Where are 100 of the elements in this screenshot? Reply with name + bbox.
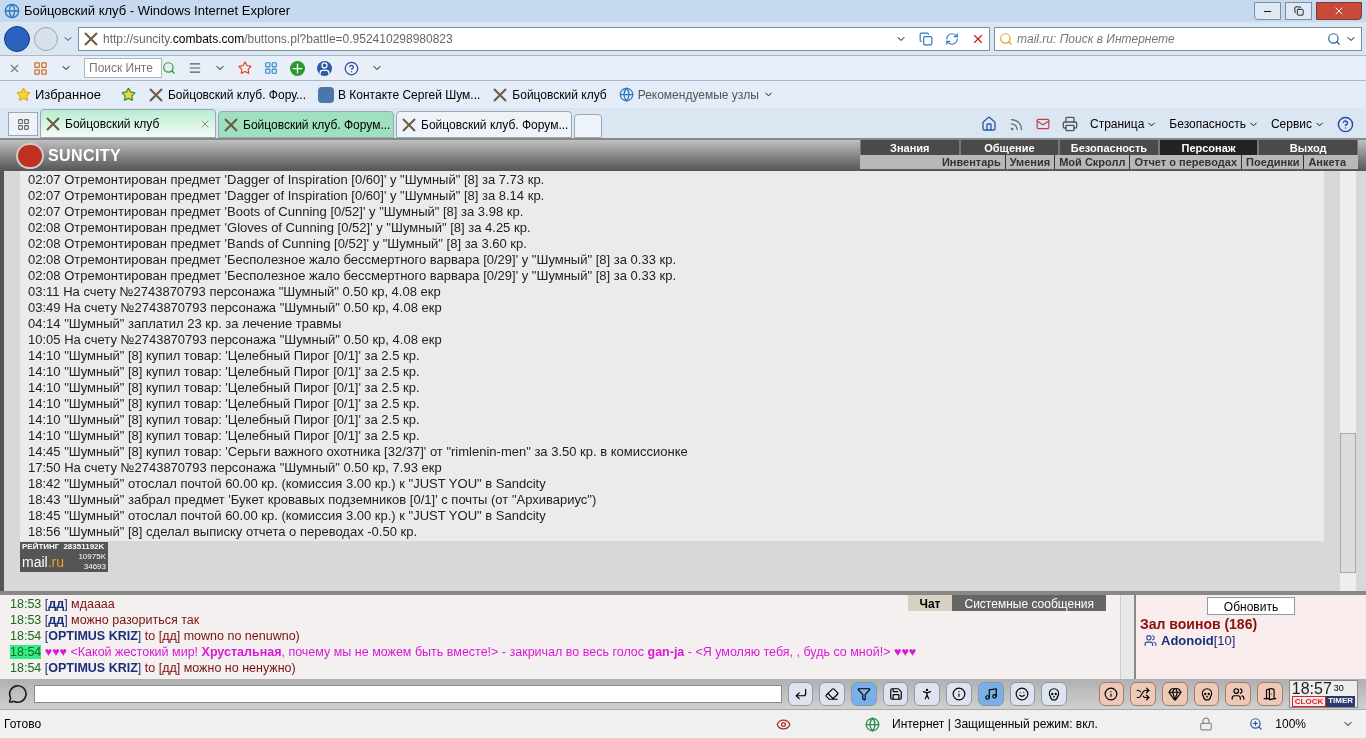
log-entry: 02:08 Отремонтирован предмет 'Бесполезное жало бессмертного варвара [0/29]' у "Шумный" [8] за 0.33 кр. <box>28 268 677 284</box>
home-icon[interactable] <box>980 116 997 132</box>
speaker-icon[interactable] <box>8 684 28 704</box>
chat-scrollbar[interactable] <box>1120 595 1134 679</box>
game-submenu-link[interactable]: Инвентарь <box>937 155 1005 169</box>
crossed-swords-icon <box>83 30 99 47</box>
privacy-icon[interactable] <box>776 716 791 732</box>
close-icon <box>1333 5 1345 17</box>
save-button[interactable] <box>882 682 909 706</box>
add-icon[interactable] <box>290 60 305 76</box>
chat-tab[interactable]: Чат <box>907 595 953 611</box>
crossed-swords-icon <box>45 115 61 132</box>
transfer-button[interactable] <box>1130 682 1156 706</box>
command-menu[interactable]: Безопасность <box>1169 115 1259 133</box>
favorite-link[interactable]: В Контакте Сергей Шум... <box>338 85 481 104</box>
game-menu-item[interactable]: Персонаж <box>1158 140 1259 155</box>
crossed-swords-icon <box>492 86 509 103</box>
people-button[interactable] <box>1225 682 1252 706</box>
exit-icon <box>1262 687 1277 701</box>
command-menu[interactable]: Страница <box>1089 115 1158 133</box>
game-logo: SUNCITY <box>48 145 122 166</box>
zone-text: Интернет | Защищенный режим: вкл. <box>892 716 1098 733</box>
mail-icon[interactable] <box>1035 117 1050 131</box>
music-icon <box>983 687 998 701</box>
log-entry: 03:49 На счету №2743870793 персонажа "Шумный" 0.50 кр, 4.08 екр <box>28 300 443 316</box>
exit-button[interactable] <box>1257 682 1283 706</box>
compatibility-icon[interactable] <box>919 31 933 46</box>
print-icon[interactable] <box>1061 116 1078 132</box>
game-menu-item[interactable]: Знания <box>860 140 960 155</box>
music-button[interactable] <box>977 682 1004 706</box>
lock-icon[interactable] <box>1199 717 1214 731</box>
zoom-level[interactable]: 100% <box>1275 715 1306 733</box>
help-icon[interactable] <box>1337 115 1354 133</box>
quick-tabs-button[interactable] <box>8 112 38 136</box>
search-field[interactable]: mail.ru: Поиск в Интернете <box>994 26 1362 51</box>
browser-tab[interactable]: Бойцовский клуб. Форум... <box>218 111 394 138</box>
search-icon[interactable] <box>162 61 176 75</box>
add-favorite-icon[interactable] <box>120 87 136 102</box>
help-icon[interactable] <box>344 60 359 76</box>
scrollbar[interactable] <box>1340 171 1356 591</box>
address-field[interactable]: http://suncity.combats.com/buttons.pl?battle=0.952410298980823 <box>78 26 990 51</box>
favorite-link[interactable]: Бойцовский клуб. Фору... <box>167 85 306 104</box>
url-text: http://suncity.combats.com/buttons.pl?battle=0.952410298980823 <box>103 30 453 48</box>
favorites-button[interactable]: Избранное <box>16 84 101 105</box>
user-icon[interactable] <box>317 60 332 76</box>
skull-icon <box>1199 687 1214 701</box>
game-submenu-link[interactable]: Умения <box>1004 155 1055 169</box>
search-icon[interactable] <box>1327 31 1341 46</box>
game-submenu-link[interactable]: Отчет о переводах <box>1129 155 1241 169</box>
game-menu-item[interactable]: Общение <box>959 140 1060 155</box>
log-entry: 14:10 "Шумный" [8] купил товар: 'Целебный Пирог [0/1]' за 2.5 кр. <box>28 348 421 364</box>
browser-tab[interactable]: Бойцовский клуб <box>40 109 216 138</box>
chat-message: 18:54 [OPTIMUS KRIZ] to [дд] можно но ненужно) <box>10 660 296 676</box>
player-link[interactable]: Adonoid[10] <box>1161 633 1236 648</box>
globe-icon <box>865 716 880 732</box>
chat-message: 18:53 [дд] можно разориться так <box>10 612 200 628</box>
restore-button[interactable] <box>1285 2 1312 20</box>
log-entry: 14:10 "Шумный" [8] купил товар: 'Целебный Пирог [0/1]' за 2.5 кр. <box>28 396 421 412</box>
send-button[interactable] <box>787 682 814 706</box>
back-button[interactable] <box>4 25 30 52</box>
send-icon <box>793 687 808 701</box>
refresh-button[interactable]: Обновить <box>1206 597 1296 615</box>
smile-button[interactable] <box>1009 682 1036 706</box>
globe-icon <box>618 87 634 102</box>
game-menu-item[interactable]: Выход <box>1258 140 1358 155</box>
game-submenu-link[interactable]: Анкета <box>1303 155 1350 169</box>
log-entry: 14:10 "Шумный" [8] купил товар: 'Целебный Пирог [0/1]' за 2.5 кр. <box>28 380 421 396</box>
command-menu[interactable]: Сервис <box>1270 115 1325 133</box>
chat-message: 18:54 ♥♥♥ <Какой жестокий мир! Хрустальная, почему мы не можем быть вместе!> - закричал во весь голос gan-ja - <Я умоляю тебя, , будь со мной!> ♥♥♥ <box>10 644 917 660</box>
game-submenu-link[interactable]: Мой Скролл <box>1054 155 1130 169</box>
favorite-link[interactable]: Рекомендуемые узлы <box>637 85 759 104</box>
refresh-icon[interactable] <box>945 31 959 46</box>
clear-button[interactable] <box>819 682 846 706</box>
zoom-icon[interactable] <box>1249 717 1264 731</box>
skull-button[interactable] <box>1193 682 1220 706</box>
filter-button[interactable] <box>851 682 877 706</box>
status-text: Готово <box>4 716 43 733</box>
window-title: Бойцовский клуб - Windows Internet Explorer <box>24 2 291 21</box>
group-icon <box>1144 634 1157 647</box>
log-entry: 04:14 "Шумный" заплатил 23 кр. за лечение травмы <box>28 316 343 332</box>
log-entry: 17:50 На счету №2743870793 персонажа "Шумный" 0.50 кр, 7.93 екр <box>28 460 443 476</box>
log-entry: 02:08 Отремонтирован предмет 'Bands of Cunning [0/52]' у "Шумный" [8] за 3.60 кр. <box>28 236 528 252</box>
transfer-icon <box>1136 687 1151 701</box>
log-entry: 02:07 Отремонтирован предмет 'Boots of Cunning [0/52]' у "Шумный" [8] за 3.98 кр. <box>28 204 525 220</box>
log-entry: 10:05 На счету №2743870793 персонажа "Шумный" 0.50 кр, 4.08 екр <box>28 332 443 348</box>
chat-input[interactable] <box>33 685 782 703</box>
browser-tab[interactable]: Бойцовский клуб. Форум... <box>396 111 572 138</box>
game-menu-item[interactable]: Безопасность <box>1059 140 1159 155</box>
favorite-link[interactable]: Бойцовский клуб <box>512 85 607 104</box>
toolbar-search-field[interactable]: Поиск Инте <box>84 58 162 78</box>
gem-button[interactable] <box>1162 682 1188 706</box>
game-submenu-link[interactable]: Поединки <box>1241 155 1304 169</box>
chat-tab[interactable]: Системные сообщения <box>952 595 1106 611</box>
crossed-swords-icon <box>401 116 417 133</box>
tiles-icon[interactable] <box>264 61 278 75</box>
log-entry: 14:10 "Шумный" [8] купил товар: 'Целебный Пирог [0/1]' за 2.5 кр. <box>28 428 421 444</box>
log-entry: 14:10 "Шумный" [8] купил товар: 'Целебный Пирог [0/1]' за 2.5 кр. <box>28 412 421 428</box>
rss-icon[interactable] <box>1008 116 1024 132</box>
log-entry: 18:56 "Шумный" [8] сделал выписку отчета о переводах -0.50 кр. <box>28 524 419 540</box>
chat-message: 18:54 [OPTIMUS KRIZ] to [дд] mowno no nenuwno) <box>10 628 300 644</box>
